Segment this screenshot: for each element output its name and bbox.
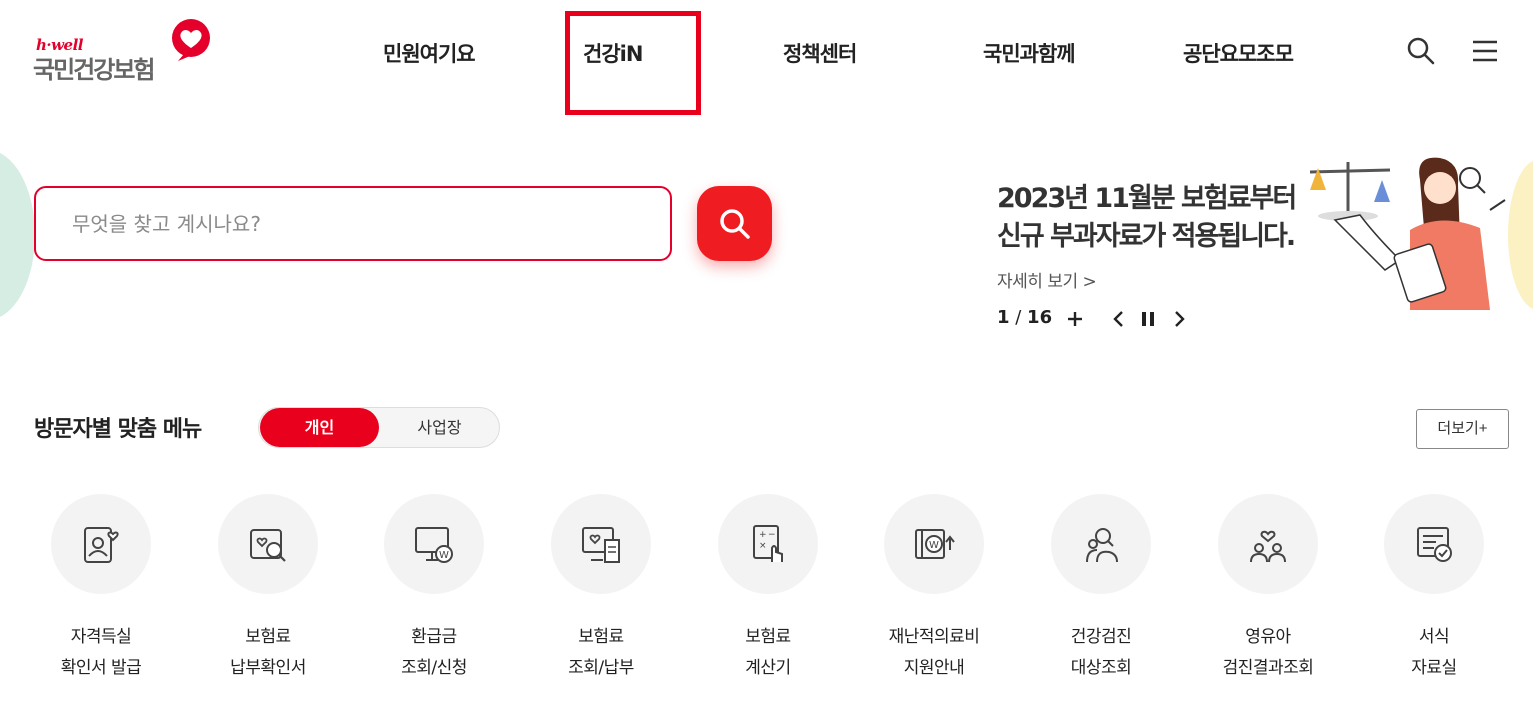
quick-menu-label: 보험료 납부확인서 (193, 622, 343, 684)
quick-menu-circle: W (884, 494, 984, 594)
quick-menu-circle: + − × (718, 494, 818, 594)
banner-counter: 1 / 16 (997, 307, 1052, 328)
quick-menu-label-line1: 자격득실 (70, 627, 132, 647)
quick-menu-label-line2: 확인서 발급 (60, 658, 142, 678)
quick-menu-circle (218, 494, 318, 594)
quick-menu-item[interactable]: 영유아 검진결과조회 (1193, 494, 1343, 684)
quick-menu-label-line1: 보험료 (578, 627, 624, 647)
banner-title-line1: 2023년 11월분 보험료부터 (997, 183, 1297, 214)
monitor-won-icon: W (415, 527, 453, 563)
nav-item-about[interactable]: 공단요모조모 (1183, 38, 1294, 68)
calculator-icon: + − × (753, 525, 783, 562)
svg-text:−: − (768, 530, 776, 540)
search-input[interactable] (56, 188, 646, 259)
quick-menu-label-line2: 조회/납부 (568, 658, 634, 678)
banner-title-line2: 신규 부과자료가 적용됩니다. (997, 221, 1296, 252)
nav-item-together[interactable]: 국민과함께 (983, 38, 1076, 68)
quick-menu-item[interactable]: 보험료 조회/납부 (526, 494, 676, 684)
quick-menu-circle (1051, 494, 1151, 594)
quick-menu-label-line2: 검진결과조회 (1222, 658, 1314, 678)
banner-detail-link[interactable]: 자세히 보기 > (997, 267, 1097, 292)
main-navigation: 민원여기요 건강iN 정책센터 국민과함께 공단요모조모 (0, 38, 1533, 68)
quick-menu-label: 보험료 계산기 (693, 622, 843, 684)
chevron-left-icon[interactable] (1107, 307, 1131, 331)
quick-menu-label-line2: 자료실 (1411, 658, 1457, 678)
quick-menu-label-line2: 계산기 (745, 658, 791, 678)
wallet-won-icon: W (915, 529, 955, 559)
quick-menu-label: 보험료 조회/납부 (526, 622, 676, 684)
banner-title: 2023년 11월분 보험료부터 신규 부과자료가 적용됩니다. (997, 180, 1337, 256)
quick-menu-label: 재난적의료비 지원안내 (859, 622, 1009, 684)
svg-text:+: + (759, 530, 767, 540)
svg-text:W: W (929, 540, 939, 551)
family-heart-icon (1250, 530, 1286, 563)
tab-business[interactable]: 사업장 (379, 408, 500, 447)
svg-text:W: W (439, 550, 449, 561)
banner-current: 1 (997, 307, 1010, 328)
quick-menu-circle: W (384, 494, 484, 594)
quick-menu-circle (1384, 494, 1484, 594)
quick-menu-label: 영유아 검진결과조회 (1193, 622, 1343, 684)
quick-menu-label-line2: 지원안내 (903, 658, 965, 678)
search-button[interactable] (697, 186, 772, 261)
search-box (34, 186, 672, 261)
banner-total: 16 (1027, 307, 1053, 328)
document-search-icon (250, 529, 286, 562)
quick-menu-label-line2: 대상조회 (1070, 658, 1132, 678)
nav-item-policy[interactable]: 정책센터 (783, 38, 857, 68)
tab-personal[interactable]: 개인 (260, 408, 379, 447)
quick-menu-label: 건강검진 대상조회 (1026, 622, 1176, 684)
quick-menu-circle (1218, 494, 1318, 594)
quick-menu-label-line1: 보험료 (245, 627, 291, 647)
quick-menu-label-line1: 서식 (1418, 627, 1450, 647)
section-title: 방문자별 맞춤 메뉴 (34, 417, 202, 442)
quick-menu-item[interactable]: 보험료 납부확인서 (193, 494, 343, 684)
quick-menu-circle (51, 494, 151, 594)
hamburger-menu-icon[interactable] (1470, 36, 1500, 66)
id-card-heart-icon (84, 527, 119, 563)
search-icon (719, 208, 750, 239)
quick-menu-label-line1: 재난적의료비 (888, 627, 980, 647)
quick-menu-label: 자격득실 확인서 발급 (26, 622, 176, 684)
form-check-icon (1417, 527, 1452, 562)
decorative-blob-left (0, 150, 35, 320)
plus-icon[interactable] (1063, 307, 1087, 331)
quick-menu-circle (551, 494, 651, 594)
quick-menu-label-line2: 조회/신청 (401, 658, 467, 678)
quick-menu-item[interactable]: + − × 보험료 계산기 (693, 494, 843, 684)
svg-text:×: × (759, 541, 767, 551)
quick-menu-label-line1: 영유아 (1245, 627, 1291, 647)
nav-item-civil[interactable]: 민원여기요 (383, 38, 476, 68)
quick-menu-label: 환급금 조회/신청 (359, 622, 509, 684)
highlight-box (565, 11, 701, 115)
search-icon[interactable] (1406, 36, 1436, 66)
quick-menu-label-line1: 보험료 (745, 627, 791, 647)
more-button[interactable]: 더보기+ (1416, 409, 1509, 449)
quick-menu-label-line1: 환급금 (411, 627, 457, 647)
quick-menu-label: 서식 자료실 (1359, 622, 1509, 684)
banner-illustration (1310, 157, 1506, 310)
quick-menu-item[interactable]: 자격득실 확인서 발급 (26, 494, 176, 684)
quick-menu-label-line1: 건강검진 (1070, 627, 1132, 647)
visitor-tabs: 개인 사업장 (258, 407, 500, 448)
chevron-right-icon[interactable] (1167, 307, 1191, 331)
people-search-icon (1086, 528, 1118, 563)
quick-menu-item[interactable]: W 재난적의료비 지원안내 (859, 494, 1009, 684)
banner-counter-separator: / (1009, 307, 1028, 328)
pause-icon[interactable] (1136, 307, 1160, 331)
quick-menu-item[interactable]: 서식 자료실 (1359, 494, 1509, 684)
quick-menu-item[interactable]: W 환급금 조회/신청 (359, 494, 509, 684)
monitor-receipt-icon (582, 527, 620, 563)
quick-menu-label-line2: 납부확인서 (230, 658, 306, 678)
quick-menu-item[interactable]: 건강검진 대상조회 (1026, 494, 1176, 684)
